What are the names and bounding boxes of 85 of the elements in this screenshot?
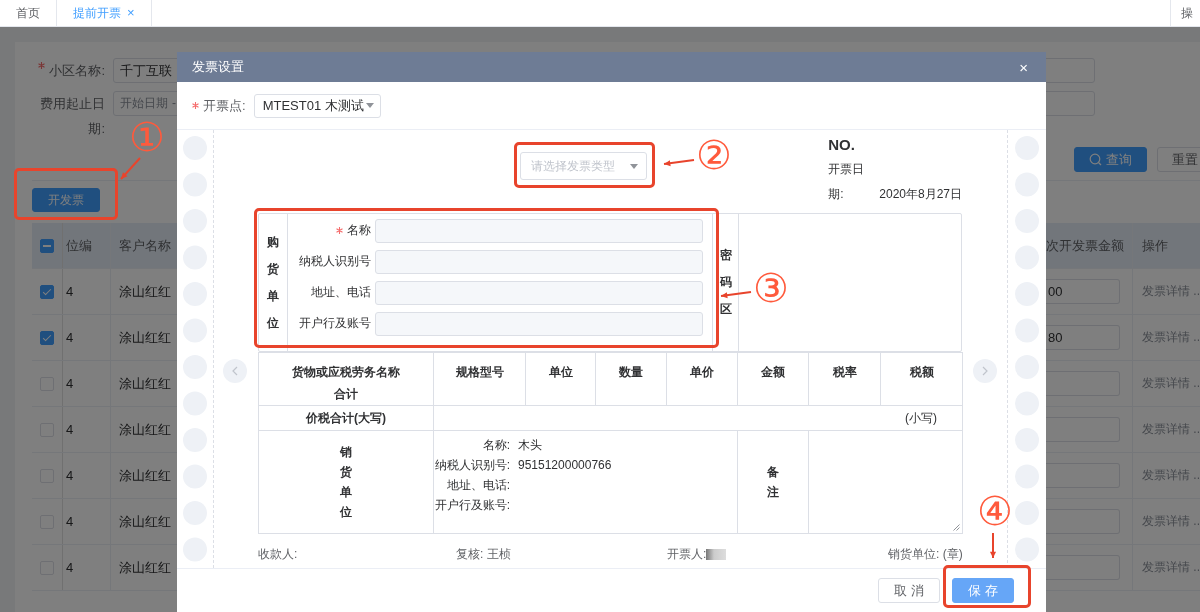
table-cell: 4 [66, 284, 74, 299]
input-field[interactable] [375, 218, 703, 243]
row-checkbox[interactable] [40, 330, 54, 345]
caret-icon [365, 103, 374, 108]
invoice-number-label: NO. [828, 135, 856, 155]
chevron-left-icon [231, 366, 239, 376]
previous-button[interactable] [223, 359, 247, 383]
field-label: 开户行及账号 [299, 316, 371, 330]
row-checkbox[interactable] [40, 284, 54, 299]
save-button[interactable]: 保 存 [952, 578, 1014, 603]
field-label: 小区名称: [49, 63, 105, 78]
next-button[interactable] [973, 359, 997, 383]
table-cell: 涂山红红 [119, 512, 171, 531]
step-number: ④ [977, 491, 1013, 531]
remark-field[interactable] [808, 430, 963, 534]
close-icon[interactable]: × [127, 0, 135, 26]
search-icon [1089, 153, 1102, 166]
caret-icon [630, 163, 639, 169]
step-number: ① [129, 117, 165, 157]
invoice-date: 2020年8月27日 [879, 186, 962, 203]
column-header: 货物或应税劳务名称 [291, 364, 401, 381]
step-number: ③ [753, 268, 789, 308]
dialog-title: 发票设置 [192, 58, 244, 76]
tab[interactable]: 提前开票 × [57, 0, 152, 26]
column-header: 规格型号 [454, 364, 505, 381]
table-cell: 4 [66, 330, 74, 345]
column-header: 合计 [333, 386, 359, 403]
cancel-button[interactable]: 取 消 [878, 578, 940, 603]
column-header: 客户名称 [119, 236, 171, 255]
field-value: 木头 [518, 437, 542, 454]
step-number: ② [696, 135, 732, 175]
tab[interactable]: 操 [1170, 0, 1200, 26]
field-label: 费用起止日期: [40, 96, 105, 136]
section-label: 密码区 [719, 247, 732, 318]
section-label: 购货单位 [267, 233, 279, 332]
field-label: 开户行及账号: [434, 497, 510, 514]
column-header: 税额 [908, 364, 935, 381]
column-header: 数量 [618, 364, 644, 381]
chevron-right-icon [981, 366, 989, 376]
select-field[interactable]: MTEST01 木测试 [253, 93, 381, 118]
search-button[interactable]: 查询 [1074, 147, 1147, 172]
column-header: 单位 [547, 364, 574, 381]
field-label: 纳税人识别号 [299, 254, 371, 268]
tab[interactable]: 首页 [0, 0, 57, 26]
field-label: 名称: [481, 437, 510, 454]
signature-label: 收款人: [258, 546, 298, 563]
column-header: 单价 [689, 364, 715, 381]
table-cell: 涂山红红 [119, 328, 171, 347]
field-label: 名称 [347, 223, 371, 237]
table-cell: 涂山红红 [119, 282, 171, 301]
close-icon[interactable]: × [1019, 58, 1028, 76]
table-cell: 涂山红红 [119, 558, 171, 577]
column-header: 税率 [831, 364, 858, 381]
table-cell: 涂山红红 [119, 374, 171, 393]
input-field[interactable] [375, 311, 703, 336]
field-label: 开票点: [203, 96, 246, 115]
signature-label: 销货单位: (章) [888, 546, 963, 563]
table-cell: 4 [66, 514, 74, 529]
lowercase-label: (小写) [905, 410, 937, 425]
section-label: 销货单位 [340, 444, 352, 521]
issue-invoice-button[interactable]: 开发票 [32, 188, 100, 212]
input-field[interactable] [375, 280, 703, 305]
table-cell: 4 [66, 560, 74, 575]
resize-grip-icon [953, 523, 960, 531]
table-cell: 4 [66, 376, 74, 391]
select-all-checkbox[interactable] [40, 238, 54, 253]
column-header: 操作 [1142, 236, 1168, 255]
column-header: 位编 [66, 236, 92, 255]
field-value: 95151200000766 [518, 457, 612, 474]
input-field[interactable] [375, 249, 703, 274]
field-label: 纳税人识别号: [434, 457, 510, 474]
table-cell: 4 [66, 468, 74, 483]
table-cell: 4 [66, 422, 74, 437]
field-label: 地址、电话: [445, 477, 510, 494]
section-label: 备注 [767, 464, 779, 501]
table-cell: 涂山红红 [119, 466, 171, 485]
total-label: 价税合计(大写) [306, 410, 386, 425]
date-label: 开票日期: [828, 161, 866, 203]
reset-button[interactable]: 重置 [1157, 147, 1200, 172]
column-header: 金额 [760, 364, 786, 381]
column-header: 次开发票金额 [1046, 236, 1124, 255]
signature-label: 开票人: [667, 546, 707, 563]
field-label: 地址、电话 [311, 285, 371, 299]
signature-label: 复核: 王桢 [456, 546, 511, 563]
table-cell: 涂山红红 [119, 420, 171, 439]
